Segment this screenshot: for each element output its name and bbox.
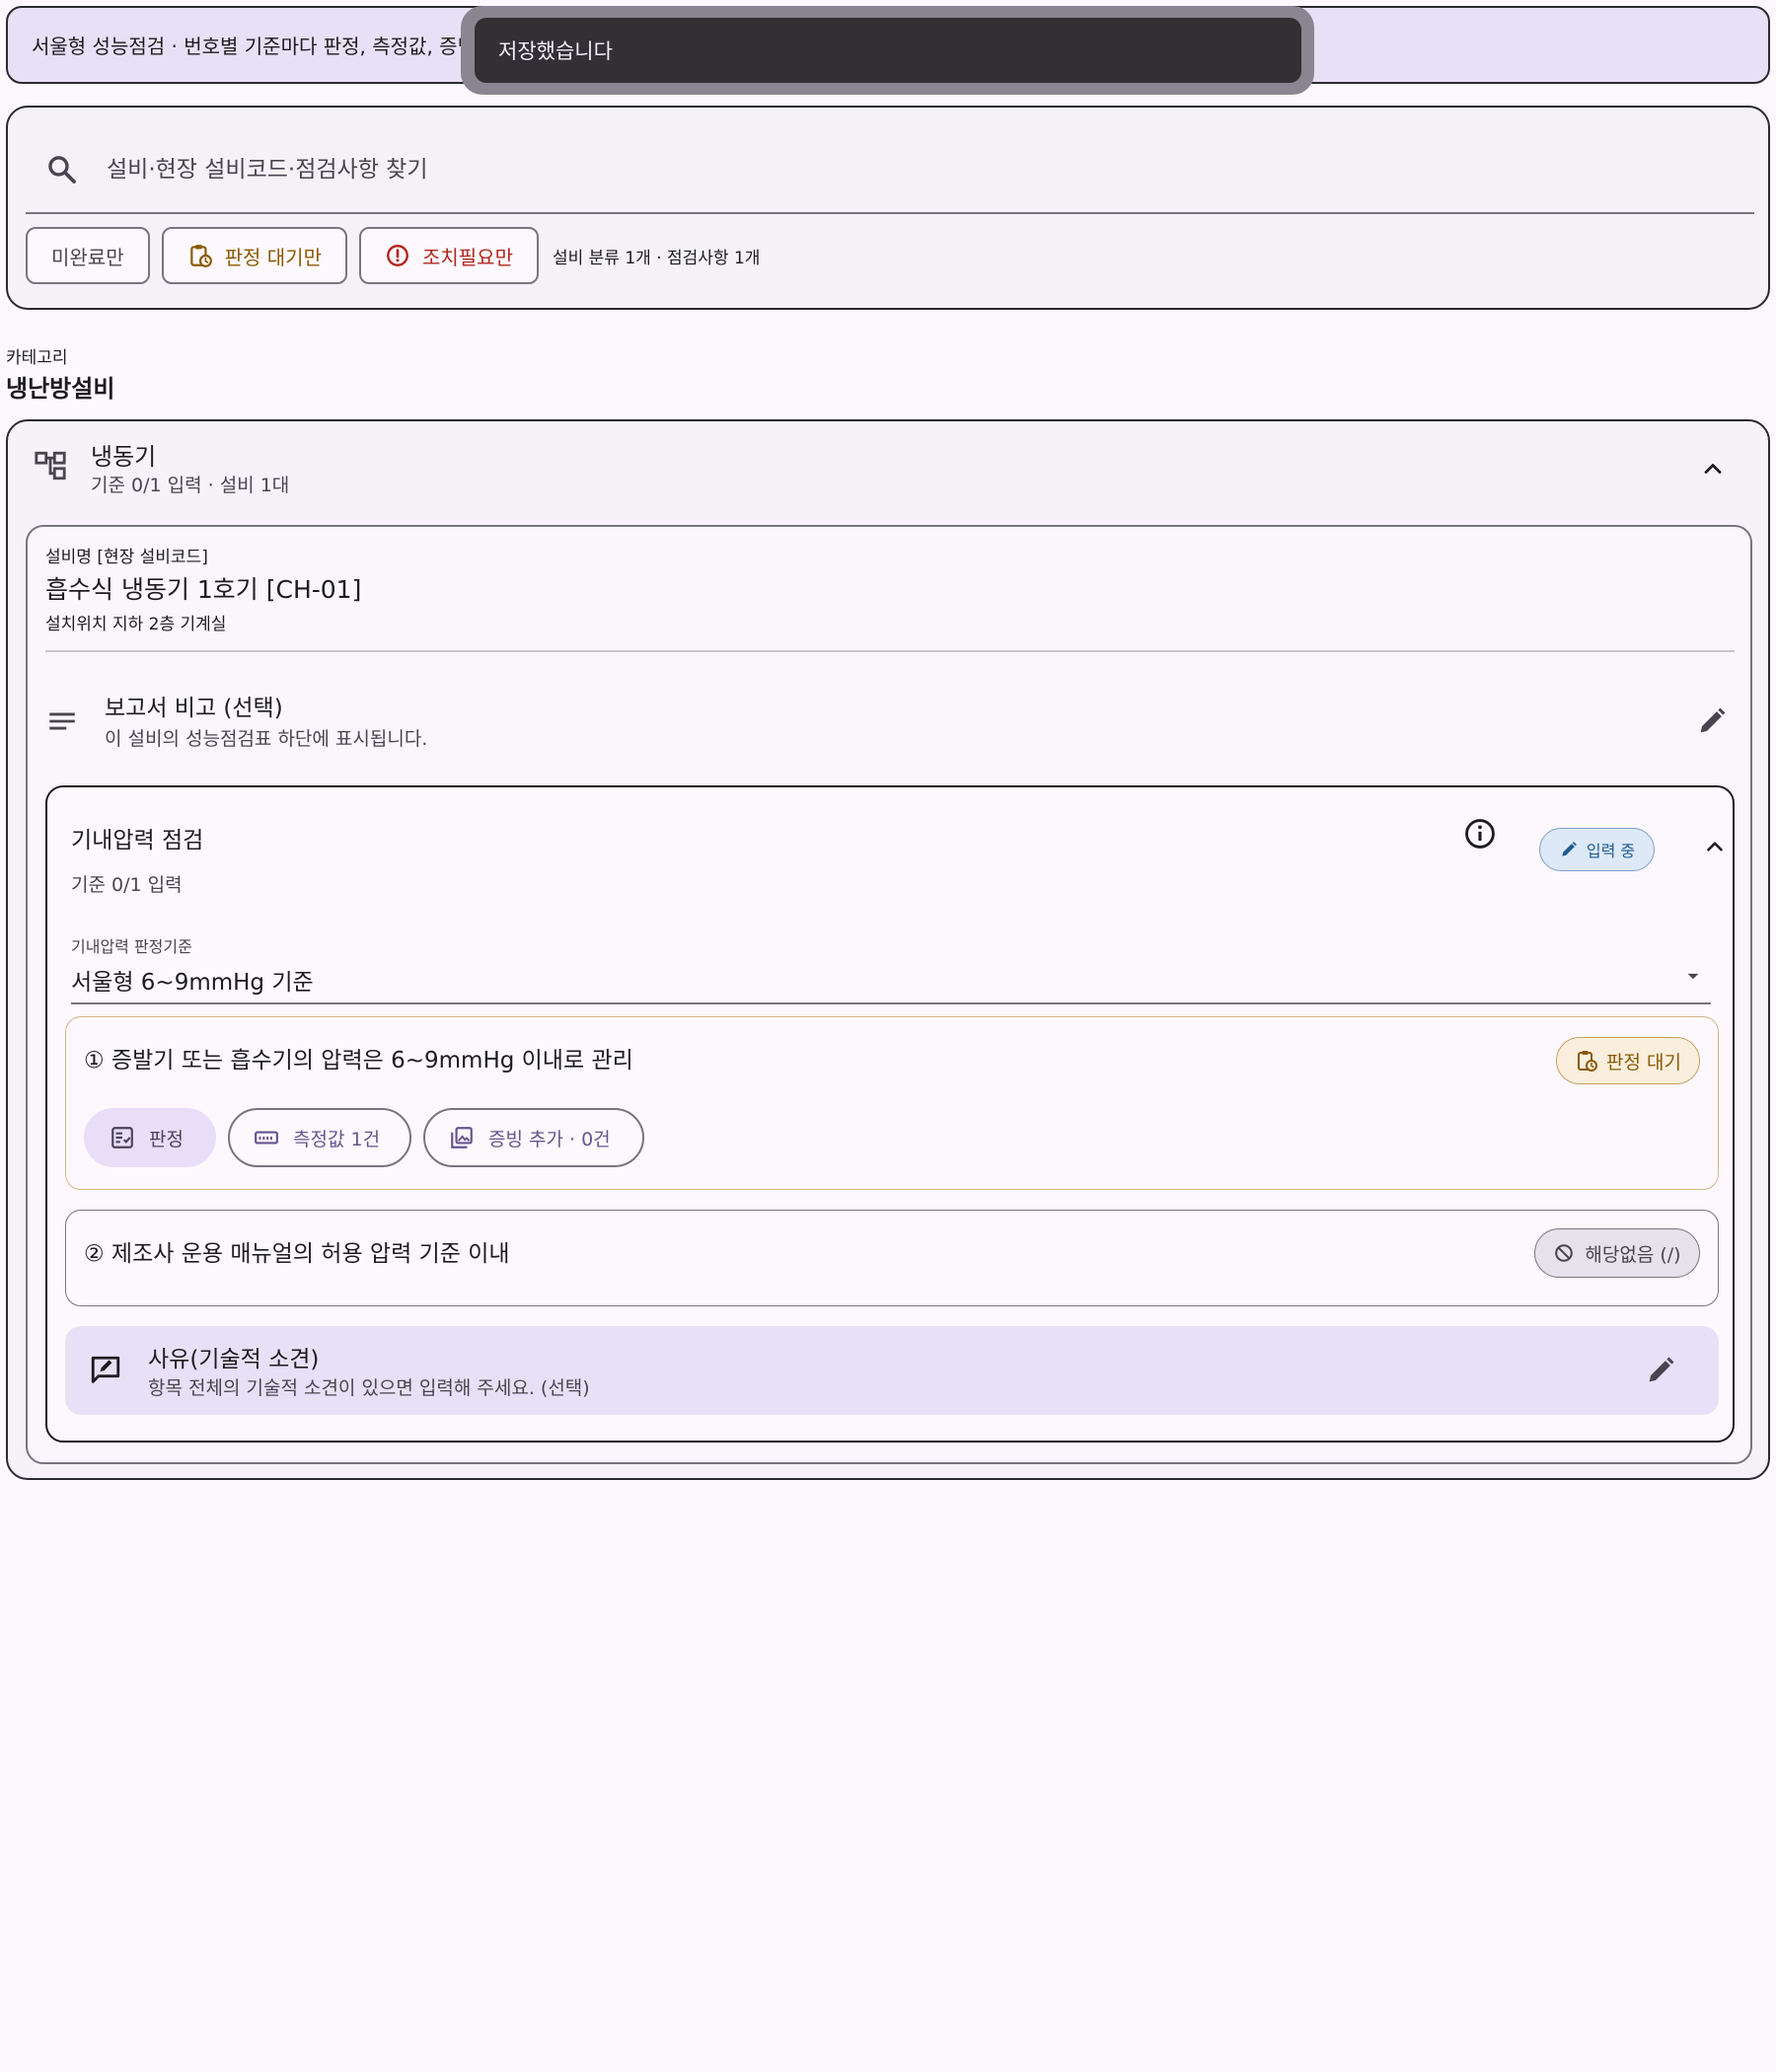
criteria-dropdown-label: 기내압력 판정기준	[71, 937, 192, 956]
clipboard-clock-icon	[1578, 1051, 1598, 1072]
equipment-group-card: 냉동기 기준 0/1 입력 · 설비 1대 설비명 [현장 설비코드] 흡수식 …	[6, 419, 1770, 1480]
criterion-card: ① 증발기 또는 흡수기의 압력은 6~9mmHg 이내로 관리 판정 대기 판…	[65, 1016, 1719, 1190]
equipment-location: 설치위치 지하 2층 기계실	[45, 615, 227, 634]
feedback-icon	[91, 1356, 120, 1383]
snackbar-message: 저장했습니다	[498, 39, 613, 63]
search-input[interactable]	[107, 157, 1587, 183]
group-subtitle: 기준 0/1 입력 · 설비 1대	[91, 475, 290, 496]
tree-icon	[35, 451, 66, 481]
pending-status-label: 판정 대기	[1606, 1051, 1681, 1073]
snackbar: 저장했습니다	[475, 18, 1301, 83]
criterion-actions: 판정 측정값 1건 증빙 추가 · 0건	[84, 1108, 656, 1167]
filter-pending-label: 판정 대기만	[224, 245, 322, 269]
remark-subtitle: 이 설비의 성능점검표 하단에 표시됩니다.	[105, 728, 428, 750]
filter-incomplete-label: 미완료만	[51, 245, 124, 269]
pencil-icon	[1562, 842, 1577, 856]
judge-button[interactable]: 판정	[84, 1108, 216, 1167]
alert-circle-icon	[387, 245, 408, 266]
category-label: 카테고리	[6, 348, 68, 368]
info-icon[interactable]	[1463, 817, 1497, 851]
filter-action-label: 조치필요만	[421, 245, 513, 269]
status-chip: 입력 중	[1539, 828, 1655, 871]
not-applicable-label: 해당없음 (/)	[1585, 1243, 1681, 1266]
judge-button-label: 판정	[149, 1128, 184, 1150]
criterion-text: ② 제조사 운용 매뉴얼의 허용 압력 기준 이내	[84, 1241, 510, 1267]
dropdown-underline	[71, 1002, 1711, 1004]
item-title: 기내압력 점검	[71, 828, 204, 853]
caret-down-icon[interactable]	[1680, 963, 1706, 989]
search-icon	[48, 156, 76, 184]
pencil-icon[interactable]	[1644, 1354, 1677, 1387]
reason-title: 사유(기술적 소견)	[148, 1347, 320, 1372]
image-stack-icon	[451, 1127, 473, 1148]
measurement-button-label: 측정값 1건	[293, 1128, 381, 1150]
chevron-up-icon[interactable]	[1702, 834, 1728, 859]
group-header[interactable]: 냉동기 기준 0/1 입력 · 설비 1대	[8, 421, 1768, 520]
equipment-name: 흡수식 냉동기 1호기 [CH-01]	[45, 575, 362, 604]
chevron-up-icon[interactable]	[1699, 455, 1727, 482]
pencil-icon[interactable]	[1695, 704, 1729, 738]
equipment-label: 설비명 [현장 설비코드]	[45, 548, 208, 567]
reason-subtitle: 항목 전체의 기술적 소견이 있으면 입력해 주세요. (선택)	[148, 1377, 590, 1399]
result-count: 설비 분류 1개 · 점검사항 1개	[552, 248, 761, 268]
not-applicable-chip[interactable]: 해당없음 (/)	[1534, 1228, 1700, 1278]
report-remark-row[interactable]: 보고서 비고 (선택) 이 설비의 성능점검표 하단에 표시됩니다.	[45, 665, 1735, 774]
inspection-item-card: 기내압력 점검 기준 0/1 입력 입력 중 기내압력 판정기준 서울형 6~9…	[45, 785, 1735, 1443]
criteria-dropdown-value[interactable]: 서울형 6~9mmHg 기준	[71, 963, 314, 997]
divider	[45, 650, 1735, 652]
category-value: 냉난방설비	[6, 375, 115, 403]
add-evidence-button[interactable]: 증빙 추가 · 0건	[423, 1108, 644, 1167]
remark-title: 보고서 비고 (선택)	[105, 696, 283, 721]
checklist-icon	[111, 1127, 133, 1148]
filter-pending-chip[interactable]: 판정 대기만	[161, 227, 347, 284]
banner-text: 서울형 성능점검 · 번호별 기준마다 판정, 측정값, 증빙	[32, 35, 476, 58]
item-subtitle: 기준 0/1 입력	[71, 874, 183, 896]
group-title: 냉동기	[91, 443, 157, 471]
criterion-card: ② 제조사 운용 매뉴얼의 허용 압력 기준 이내 해당없음 (/)	[65, 1210, 1719, 1306]
search-card: 미완료만 판정 대기만 조치필요만 설비 분류 1개 · 점검사항 1개	[6, 106, 1770, 310]
status-chip-label: 입력 중	[1586, 842, 1636, 860]
add-evidence-label: 증빙 추가 · 0건	[488, 1128, 611, 1150]
clipboard-clock-icon	[189, 245, 212, 267]
lines-icon	[49, 712, 75, 730]
block-icon	[1555, 1244, 1574, 1262]
measurement-button[interactable]: 측정값 1건	[228, 1108, 411, 1167]
search-bar[interactable]	[26, 127, 1754, 214]
criterion-text: ① 증발기 또는 흡수기의 압력은 6~9mmHg 이내로 관리	[84, 1048, 633, 1073]
equipment-card: 설비명 [현장 설비코드] 흡수식 냉동기 1호기 [CH-01] 설치위치 지…	[26, 525, 1752, 1464]
pending-status-chip: 판정 대기	[1556, 1037, 1700, 1084]
filter-action-chip[interactable]: 조치필요만	[358, 227, 539, 284]
filter-chips: 미완료만 판정 대기만 조치필요만 설비 분류 1개 · 점검사항 1개	[26, 227, 760, 284]
filter-incomplete-chip[interactable]: 미완료만	[26, 227, 150, 284]
ruler-icon	[255, 1131, 278, 1145]
technical-opinion-row[interactable]: 사유(기술적 소견) 항목 전체의 기술적 소견이 있으면 입력해 주세요. (…	[65, 1326, 1719, 1415]
